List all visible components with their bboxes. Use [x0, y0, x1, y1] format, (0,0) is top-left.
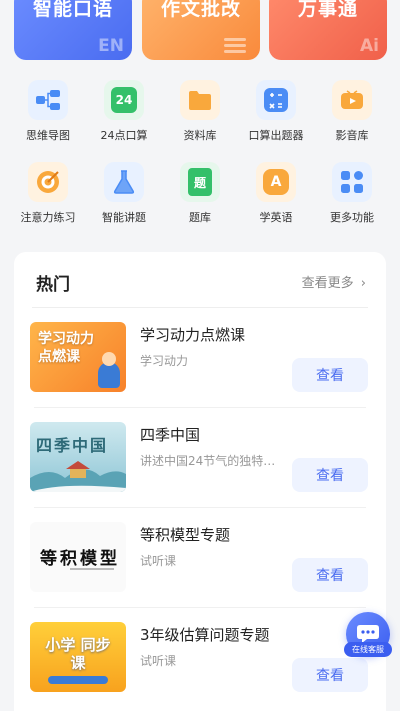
course-title: 3年级估算问题专题 [140, 626, 270, 644]
thumbnail-text: 等积模型 [40, 549, 120, 569]
math-ops-icon [256, 80, 296, 120]
feature-label: 影音库 [335, 129, 369, 142]
view-button[interactable]: 查看 [292, 658, 368, 692]
card-title: 智能口语 [32, 0, 113, 20]
feature-label: 24点口算 [100, 129, 148, 142]
decorative-ribbon [48, 676, 108, 684]
view-more-link[interactable]: 查看更多 › [302, 272, 366, 291]
hot-section: 热门 查看更多 › 学习动力 点燃课 学习动力点燃课 学习动力 查看 四季中国 … [14, 252, 386, 711]
feature-label: 注意力练习 [20, 211, 76, 224]
course-item[interactable]: 等积模型 等积模型专题 试听课 查看 [30, 508, 370, 608]
feature-label: 智能讲题 [102, 211, 146, 224]
feature-smart-lecture[interactable]: 智能讲题 [86, 162, 162, 225]
card-title: 作文批改 [160, 0, 241, 20]
course-subtitle: 讲述中国24节气的独特魅力 [140, 454, 285, 468]
course-subtitle: 试听课 [140, 554, 177, 568]
customer-service-label[interactable]: 在线客服 [344, 642, 392, 657]
view-button[interactable]: 查看 [292, 358, 368, 392]
view-button[interactable]: 查看 [292, 558, 368, 592]
smart-speaking-card[interactable]: 智能口语 EN [14, 0, 132, 60]
feature-mindmap[interactable]: 思维导图 [10, 80, 86, 143]
feature-label: 口算出题器 [248, 129, 304, 142]
course-subtitle: 学习动力 [140, 354, 189, 368]
course-item[interactable]: 四季中国 四季中国 讲述中国24节气的独特魅力 查看 [30, 408, 370, 508]
folder-icon [180, 80, 220, 120]
feature-more[interactable]: 更多功能 [314, 162, 390, 225]
course-thumbnail: 四季中国 [30, 422, 126, 492]
calc24-glyph: 24 [111, 87, 137, 113]
feature-label: 思维导图 [26, 129, 70, 142]
feature-label: 更多功能 [330, 211, 374, 224]
course-thumbnail: 学习动力 点燃课 [30, 322, 126, 392]
course-title: 学习动力点燃课 [140, 326, 246, 344]
chevron-right-icon: › [360, 276, 366, 291]
view-more-label: 查看更多 [301, 276, 354, 291]
feature-math-generator[interactable]: 口算出题器 [238, 80, 314, 143]
thumbnail-text: 学习动力 点燃课 [38, 331, 94, 365]
more-icon [332, 162, 372, 202]
course-title: 等积模型专题 [140, 526, 231, 544]
know-it-all-card[interactable]: 万事通 Ai [269, 0, 387, 60]
card-title: 万事通 [297, 0, 358, 20]
course-thumbnail: 等积模型 [30, 522, 126, 592]
thumbnail-text: 四季中国 [36, 436, 109, 455]
section-title: 热门 [36, 275, 70, 295]
course-thumbnail: 小学 同步课 [30, 622, 126, 692]
course-title: 四季中国 [140, 426, 201, 444]
feature-attention[interactable]: 注意力练习 [10, 162, 86, 225]
view-button[interactable]: 查看 [292, 458, 368, 492]
english-glyph: A [263, 169, 289, 195]
course-subtitle: 试听课 [140, 654, 177, 668]
course-item[interactable]: 学习动力 点燃课 学习动力点燃课 学习动力 查看 [30, 308, 370, 408]
mindmap-icon [28, 80, 68, 120]
feature-question-bank[interactable]: 题 题库 [162, 162, 238, 225]
en-icon: EN [98, 36, 124, 56]
calc24-icon: 24 [104, 80, 144, 120]
top-feature-cards: 智能口语 EN 作文批改 万事通 Ai [0, 0, 400, 62]
flask-icon [104, 162, 144, 202]
feature-english[interactable]: A 学英语 [238, 162, 314, 225]
document-lines-icon [224, 35, 246, 56]
question-bank-icon: 题 [180, 162, 220, 202]
feature-video-library[interactable]: 影音库 [314, 80, 390, 143]
question-bank-glyph: 题 [188, 168, 212, 196]
english-icon: A [256, 162, 296, 202]
target-icon [28, 162, 68, 202]
thumbnail-text: 小学 同步课 [45, 636, 111, 672]
student-head [102, 352, 116, 366]
feature-folder[interactable]: 资料库 [162, 80, 238, 143]
feature-calc24[interactable]: 24 24点口算 [86, 80, 162, 143]
video-icon [332, 80, 372, 120]
ai-icon: Ai [360, 36, 379, 56]
feature-label: 资料库 [183, 129, 217, 142]
decorative-line [70, 568, 114, 570]
feature-label: 题库 [189, 211, 211, 224]
essay-correction-card[interactable]: 作文批改 [142, 0, 260, 60]
landscape-illustration [30, 461, 126, 492]
course-item[interactable]: 小学 同步课 3年级估算问题专题 试听课 查看 [30, 608, 370, 708]
feature-label: 学英语 [259, 211, 293, 224]
